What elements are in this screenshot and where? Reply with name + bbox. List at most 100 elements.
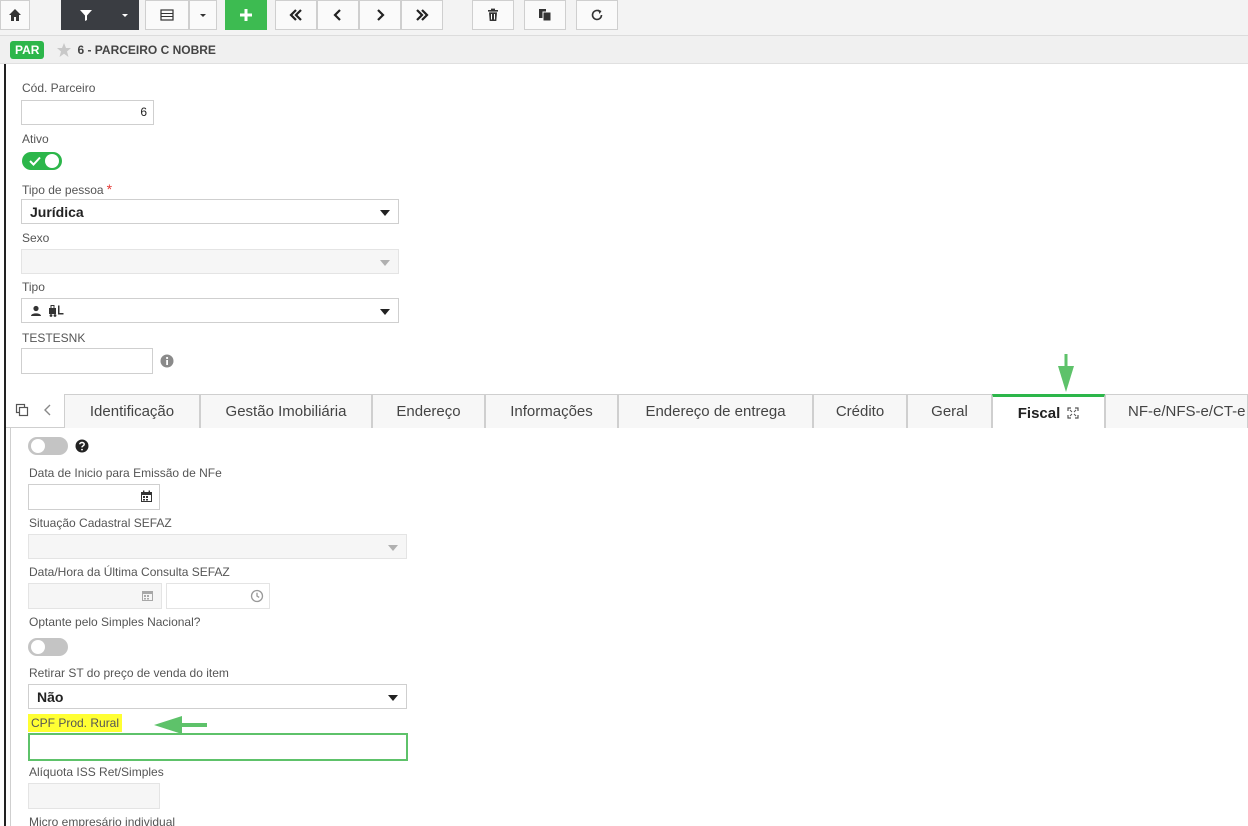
star-icon[interactable] — [56, 42, 72, 58]
tipo-select[interactable] — [21, 298, 399, 323]
tab-bar: Identificação Gestão Imobiliária Endereç… — [6, 394, 1248, 429]
toggle-knob — [31, 439, 45, 453]
add-button[interactable] — [225, 0, 267, 30]
retirar-st-value: Não — [37, 688, 64, 705]
filter-icon — [80, 10, 92, 21]
filter-button[interactable] — [61, 0, 111, 30]
required-mark: * — [106, 181, 113, 197]
unlabeled-toggle[interactable] — [28, 437, 68, 455]
refresh-button[interactable] — [576, 0, 618, 30]
record-title: 6 - PARCEIRO C NOBRE — [77, 42, 216, 57]
plus-icon — [240, 9, 252, 21]
chevron-down-icon — [380, 210, 390, 216]
chevron-down-icon — [380, 260, 390, 266]
aliquota-iss-input[interactable] — [28, 783, 160, 809]
expand-icon[interactable] — [1067, 407, 1079, 419]
home-button[interactable] — [0, 0, 30, 30]
record-header: PAR 6 - PARCEIRO C NOBRE — [0, 36, 1248, 64]
micro-empresario-label: Micro empresário individual — [29, 815, 176, 826]
trash-icon — [488, 8, 498, 21]
tab-endereco-entrega[interactable]: Endereço de entrega — [618, 394, 813, 428]
testesnk-input[interactable] — [21, 348, 153, 374]
toolbar — [0, 0, 1248, 36]
copy-icon[interactable] — [15, 403, 29, 417]
sexo-select[interactable] — [21, 249, 399, 274]
simples-nacional-toggle[interactable] — [28, 638, 68, 656]
grid-dropdown-button[interactable] — [189, 0, 217, 30]
ultima-consulta-label: Data/Hora da Última Consulta SEFAZ — [29, 565, 230, 579]
next-record-button[interactable] — [359, 0, 401, 30]
situacao-sefaz-label: Situação Cadastral SEFAZ — [29, 516, 172, 530]
check-icon — [29, 156, 41, 166]
tipo-label: Tipo — [22, 280, 45, 294]
sexo-label: Sexo — [22, 231, 50, 245]
first-page-icon — [289, 9, 302, 21]
ativo-toggle[interactable] — [22, 152, 62, 170]
previous-icon — [333, 9, 341, 21]
testesnk-label: TESTESNK — [22, 331, 86, 345]
simples-nacional-label: Optante pelo Simples Nacional? — [29, 615, 201, 629]
chevron-down-icon — [122, 14, 128, 17]
chevron-down-icon — [388, 695, 398, 701]
delete-button[interactable] — [472, 0, 514, 30]
tab-identificacao[interactable]: Identificação — [64, 394, 200, 428]
calendar-icon — [142, 591, 153, 601]
ativo-label: Ativo — [22, 132, 49, 146]
tab-label: Identificação — [89, 403, 175, 420]
toggle-knob — [31, 640, 45, 654]
chevron-down-icon — [388, 545, 398, 551]
home-icon — [9, 9, 21, 21]
chevron-down-icon — [200, 14, 206, 17]
refresh-icon — [591, 9, 603, 21]
help-icon[interactable] — [75, 439, 89, 453]
cod-parceiro-input[interactable]: 6 — [21, 100, 154, 125]
tipo-pessoa-value: Jurídica — [30, 203, 84, 220]
next-icon — [377, 9, 385, 21]
calendar-icon[interactable] — [140, 490, 153, 503]
annotation-arrow-down-icon — [1058, 354, 1074, 392]
cod-parceiro-label: Cód. Parceiro — [22, 81, 96, 95]
tipo-pessoa-label-text: Tipo de pessoa — [22, 183, 104, 197]
filter-dropdown-button[interactable] — [111, 0, 139, 30]
tab-informacoes[interactable]: Informações — [485, 394, 618, 428]
tab-nfe-nfse-cte[interactable]: NF-e/NFS-e/CT-e — [1105, 394, 1248, 428]
retirar-st-select[interactable]: Não — [28, 684, 407, 709]
tab-label: Gestão Imobiliária — [225, 403, 347, 420]
chevron-down-icon — [380, 309, 390, 315]
tab-label: NF-e/NFS-e/CT-e — [1128, 403, 1246, 420]
duplicate-button[interactable] — [524, 0, 566, 30]
forklift-icon — [49, 304, 64, 317]
data-inicio-nfe-label: Data de Inicio para Emissão de NFe — [29, 466, 222, 480]
person-icon — [31, 305, 41, 316]
tab-label: Endereço de entrega — [645, 403, 786, 420]
copy-icon — [539, 9, 552, 22]
chevron-left-icon[interactable] — [43, 403, 53, 417]
cpf-prod-rural-input[interactable] — [28, 733, 408, 761]
last-page-icon — [416, 9, 429, 21]
tab-label: Fiscal — [1017, 404, 1061, 422]
page-left-border — [4, 64, 6, 826]
grid-view-button[interactable] — [145, 0, 189, 30]
clock-icon — [250, 589, 264, 603]
tab-credito[interactable]: Crédito — [813, 394, 907, 428]
tab-gestao-imobiliaria[interactable]: Gestão Imobiliária — [200, 394, 372, 428]
entity-badge: PAR — [10, 40, 45, 59]
situacao-sefaz-select[interactable] — [28, 534, 407, 559]
info-icon[interactable] — [160, 354, 174, 368]
tab-fiscal[interactable]: Fiscal — [992, 394, 1105, 429]
tipo-pessoa-label: Tipo de pessoa * — [22, 181, 112, 197]
cpf-prod-rural-label: CPF Prod. Rural — [28, 714, 123, 732]
grid-icon — [160, 9, 174, 21]
last-record-button[interactable] — [401, 0, 443, 30]
tab-label: Crédito — [835, 403, 885, 420]
tab-label: Endereço — [396, 403, 461, 420]
retirar-st-label: Retirar ST do preço de venda do item — [29, 666, 229, 680]
previous-record-button[interactable] — [317, 0, 359, 30]
tab-label: Informações — [510, 403, 593, 420]
toggle-knob — [45, 154, 59, 168]
tab-endereco[interactable]: Endereço — [372, 394, 485, 428]
first-record-button[interactable] — [275, 0, 317, 30]
tab-label: Geral — [931, 403, 968, 420]
tab-geral[interactable]: Geral — [907, 394, 992, 428]
tipo-pessoa-select[interactable]: Jurídica — [21, 199, 399, 224]
